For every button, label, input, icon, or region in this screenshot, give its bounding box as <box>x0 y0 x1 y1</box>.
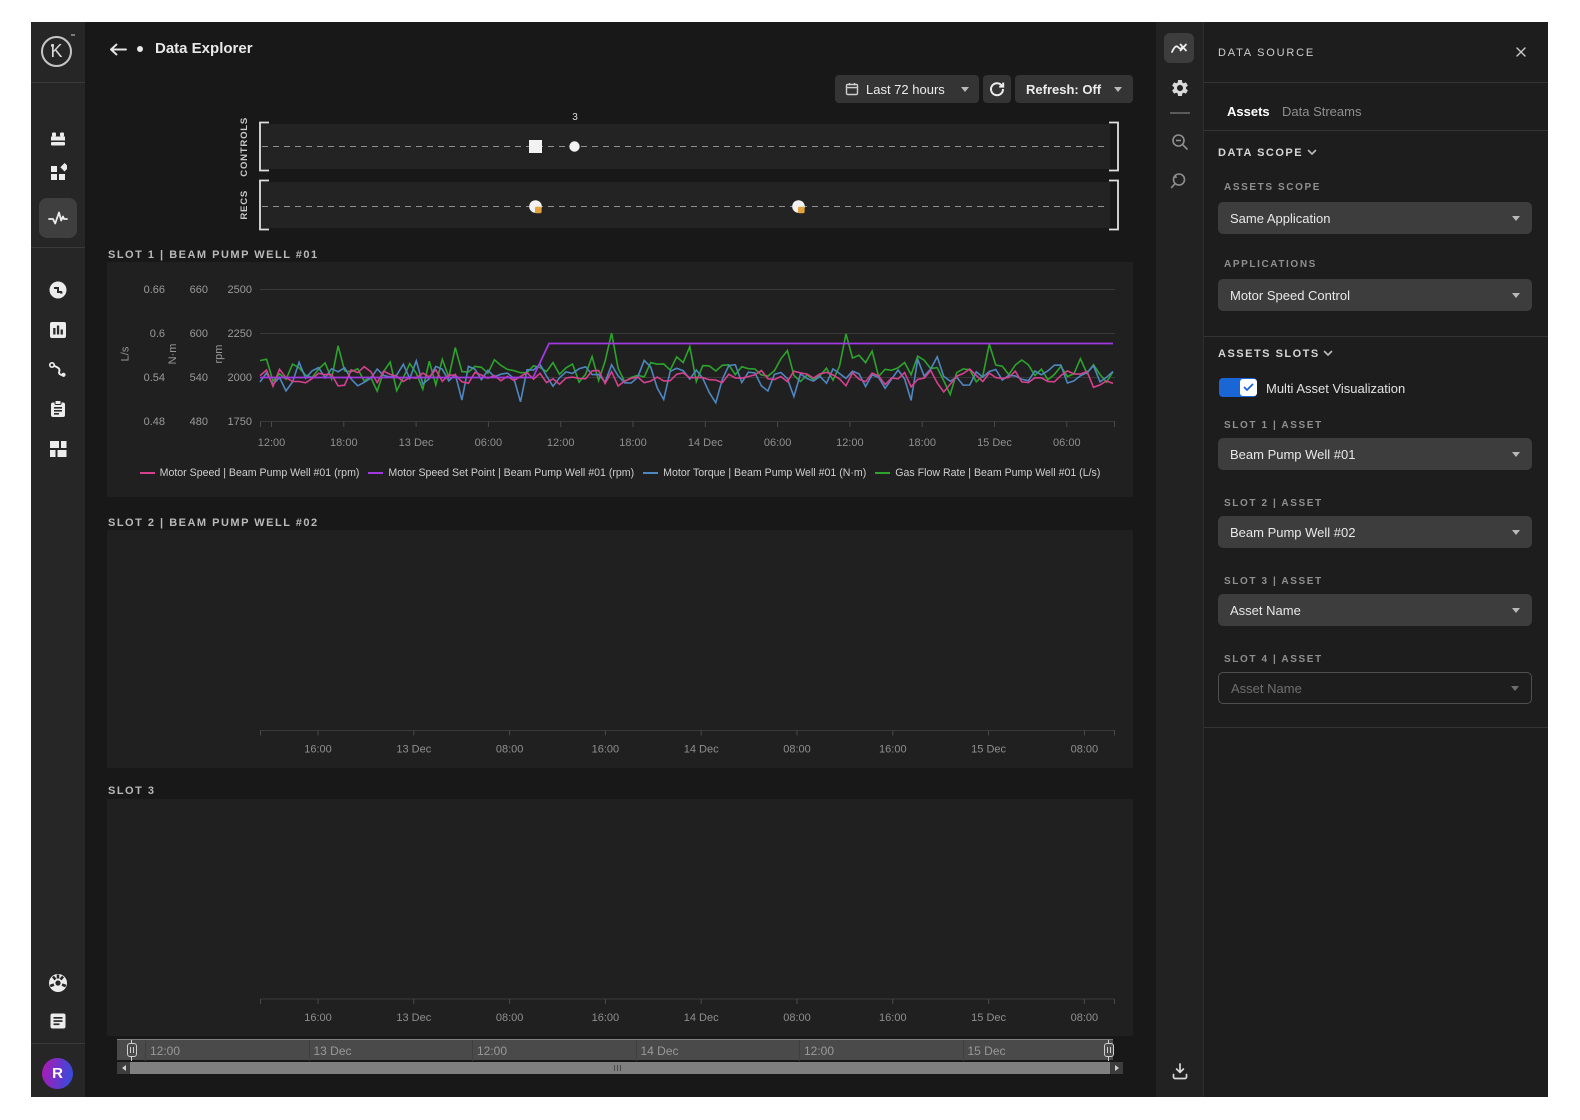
svg-text:15 Dec: 15 Dec <box>977 437 1012 449</box>
svg-text:0.66: 0.66 <box>144 284 165 296</box>
svg-text:16:00: 16:00 <box>879 1012 907 1024</box>
svg-text:13 Dec: 13 Dec <box>396 1012 431 1024</box>
svg-text:08:00: 08:00 <box>783 1012 811 1024</box>
svg-text:13 Dec: 13 Dec <box>399 437 434 449</box>
svg-text:15 Dec: 15 Dec <box>971 744 1006 756</box>
svg-text:16:00: 16:00 <box>879 744 907 756</box>
svg-text:08:00: 08:00 <box>1071 744 1099 756</box>
svg-text:16:00: 16:00 <box>304 744 332 756</box>
svg-text:rpm: rpm <box>213 345 225 364</box>
svg-text:08:00: 08:00 <box>783 744 811 756</box>
svg-text:480: 480 <box>190 416 208 428</box>
svg-text:08:00: 08:00 <box>1071 1012 1099 1024</box>
svg-text:16:00: 16:00 <box>592 1012 620 1024</box>
svg-text:N·m: N·m <box>167 344 179 365</box>
svg-text:L/s: L/s <box>120 346 132 361</box>
svg-text:2000: 2000 <box>228 372 252 384</box>
svg-text:0.48: 0.48 <box>144 416 165 428</box>
svg-text:16:00: 16:00 <box>304 1012 332 1024</box>
svg-text:06:00: 06:00 <box>764 437 792 449</box>
svg-text:16:00: 16:00 <box>592 744 620 756</box>
svg-text:14 Dec: 14 Dec <box>688 437 723 449</box>
svg-text:2250: 2250 <box>228 328 252 340</box>
svg-text:0.6: 0.6 <box>150 328 165 340</box>
svg-text:600: 600 <box>190 328 208 340</box>
svg-text:14 Dec: 14 Dec <box>684 1012 719 1024</box>
svg-text:06:00: 06:00 <box>1053 437 1081 449</box>
svg-text:2500: 2500 <box>228 284 252 296</box>
svg-text:12:00: 12:00 <box>258 437 286 449</box>
svg-text:540: 540 <box>190 372 208 384</box>
svg-text:18:00: 18:00 <box>619 437 647 449</box>
svg-text:08:00: 08:00 <box>496 1012 524 1024</box>
svg-text:12:00: 12:00 <box>547 437 575 449</box>
svg-text:660: 660 <box>190 284 208 296</box>
svg-text:14 Dec: 14 Dec <box>684 744 719 756</box>
svg-text:13 Dec: 13 Dec <box>396 744 431 756</box>
svg-text:06:00: 06:00 <box>475 437 503 449</box>
svg-text:08:00: 08:00 <box>496 744 524 756</box>
svg-text:18:00: 18:00 <box>330 437 358 449</box>
svg-text:1750: 1750 <box>228 416 252 428</box>
svg-text:12:00: 12:00 <box>836 437 864 449</box>
svg-text:15 Dec: 15 Dec <box>971 1012 1006 1024</box>
svg-text:0.54: 0.54 <box>144 372 165 384</box>
svg-text:18:00: 18:00 <box>908 437 936 449</box>
